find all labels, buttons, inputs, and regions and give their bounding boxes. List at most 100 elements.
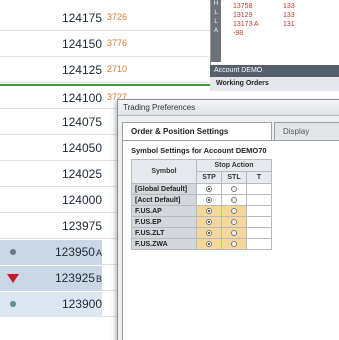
stats-label: H [213, 1, 219, 7]
stp-cell [196, 227, 222, 239]
price-value: 124150 [61, 37, 102, 51]
stl-radio[interactable] [231, 185, 237, 192]
ladder-price[interactable]: 124025 [44, 162, 102, 187]
price-suffix: A [95, 248, 102, 258]
stp-radio[interactable] [206, 185, 212, 192]
stats-value: 133 [283, 3, 295, 10]
stp-radio[interactable] [206, 229, 212, 236]
stl-cell [221, 216, 247, 228]
tab-display[interactable]: Display [274, 122, 339, 140]
t-cell [246, 183, 272, 195]
market-stats-panel: H L L A 13758 13129 13173 A -98 133 133 … [210, 0, 339, 65]
t-cell [246, 216, 272, 228]
stats-label: L [214, 10, 218, 16]
stl-cell [221, 238, 247, 250]
ladder-marker-cell[interactable] [0, 266, 44, 291]
stats-label: L [214, 19, 218, 25]
dialog-title: Trading Preferences [118, 100, 339, 116]
stl-radio[interactable] [231, 229, 237, 236]
stl-cell [221, 205, 247, 217]
stp-radio[interactable] [206, 196, 212, 203]
t-cell [246, 238, 272, 250]
price-value: 123925 [54, 271, 95, 285]
ladder-price[interactable]: 124075 [44, 110, 102, 135]
symbol-settings-table: Symbol Stop Action STP STL T [Global Def… [131, 159, 272, 250]
price-suffix: B [95, 274, 102, 284]
ladder-marker-cell[interactable] [0, 32, 44, 57]
stats-value: 13173 A [233, 21, 259, 28]
price-value: 123950 [54, 245, 95, 259]
price-value: 123900 [61, 297, 102, 311]
price-value: 124075 [61, 115, 102, 129]
stl-radio[interactable] [231, 240, 237, 247]
sell-triangle-icon [7, 274, 19, 283]
trading-preferences-dialog: Trading Preferences Order & Position Set… [117, 99, 339, 340]
symbol-row: F.US.AP [131, 205, 272, 217]
stats-value: 131 [283, 21, 295, 28]
stats-value: -98 [233, 30, 244, 37]
ladder-price[interactable]: 123925B [44, 266, 102, 291]
ladder-marker-cell[interactable] [0, 292, 44, 317]
dialog-tabs: Order & Position Settings Display [122, 122, 339, 140]
stl-cell [221, 183, 247, 195]
ladder-price[interactable]: 123975 [44, 214, 102, 239]
position-dot-icon [10, 301, 16, 307]
symbol-row: F.US.ZLT [131, 227, 272, 239]
ladder-price[interactable]: 124150 [44, 32, 102, 57]
position-dot-icon [10, 249, 16, 255]
symbol-name: [Acct Default] [131, 194, 197, 206]
ladder-marker-cell[interactable] [0, 6, 44, 31]
ladder-price[interactable]: 124050 [44, 136, 102, 161]
t-cell [246, 205, 272, 217]
ladder-marker-cell[interactable] [0, 136, 44, 161]
account-bar[interactable]: Account DEMO [210, 65, 339, 77]
price-value: 124000 [61, 193, 102, 207]
stats-label: A [213, 28, 218, 34]
ladder-price[interactable]: 124100 [44, 86, 102, 111]
ladder-volume: 2710 [107, 64, 128, 74]
stl-cell [221, 227, 247, 239]
stats-value: 13129 [233, 12, 253, 19]
t-cell [246, 227, 272, 239]
price-value: 123975 [61, 219, 102, 233]
ladder-marker-cell[interactable] [0, 162, 44, 187]
ladder-price[interactable]: 124125 [44, 58, 102, 83]
stp-cell [196, 238, 222, 250]
stp-cell [196, 194, 222, 206]
stl-header: STL [221, 171, 247, 184]
ladder-price[interactable]: 123900 [44, 292, 102, 317]
tab-order-position-settings[interactable]: Order & Position Settings [122, 122, 272, 140]
stp-cell [196, 216, 222, 228]
section-title: Symbol Settings for Account DEMO70 [131, 146, 267, 155]
stp-cell [196, 205, 222, 217]
ladder-marker-cell[interactable] [0, 214, 44, 239]
ladder-marker-cell[interactable] [0, 240, 44, 265]
stats-col-2: 133 133 131 [283, 2, 295, 29]
ladder-marker-cell[interactable] [0, 58, 44, 83]
price-value: 124025 [61, 167, 102, 181]
t-header: T [246, 171, 272, 184]
stp-radio[interactable] [206, 240, 212, 247]
stats-value: 133 [283, 12, 295, 19]
stats-value: 13758 [233, 3, 253, 10]
ladder-volume: 3726 [107, 12, 128, 22]
ladder-marker-cell[interactable] [0, 86, 44, 111]
symbol-name: F.US.ZWA [131, 238, 197, 250]
stl-radio[interactable] [231, 207, 237, 214]
ladder-marker-cell[interactable] [0, 188, 44, 213]
stl-radio[interactable] [231, 196, 237, 203]
working-orders-tab[interactable]: Working Orders [210, 77, 339, 91]
stp-radio[interactable] [206, 218, 212, 225]
ladder-price[interactable]: 124175 [44, 6, 102, 31]
stp-radio[interactable] [206, 207, 212, 214]
stl-radio[interactable] [231, 218, 237, 225]
stats-col-1: 13758 13129 13173 A -98 [233, 2, 259, 38]
symbol-name: F.US.EP [131, 216, 197, 228]
stp-cell [196, 183, 222, 195]
stop-action-header: Stop Action [196, 159, 272, 172]
ladder-marker-cell[interactable] [0, 110, 44, 135]
symbol-row: [Acct Default] [131, 194, 272, 206]
ladder-price[interactable]: 123950A [44, 240, 102, 265]
ladder-price[interactable]: 124000 [44, 188, 102, 213]
ladder-volume: 3776 [107, 38, 128, 48]
